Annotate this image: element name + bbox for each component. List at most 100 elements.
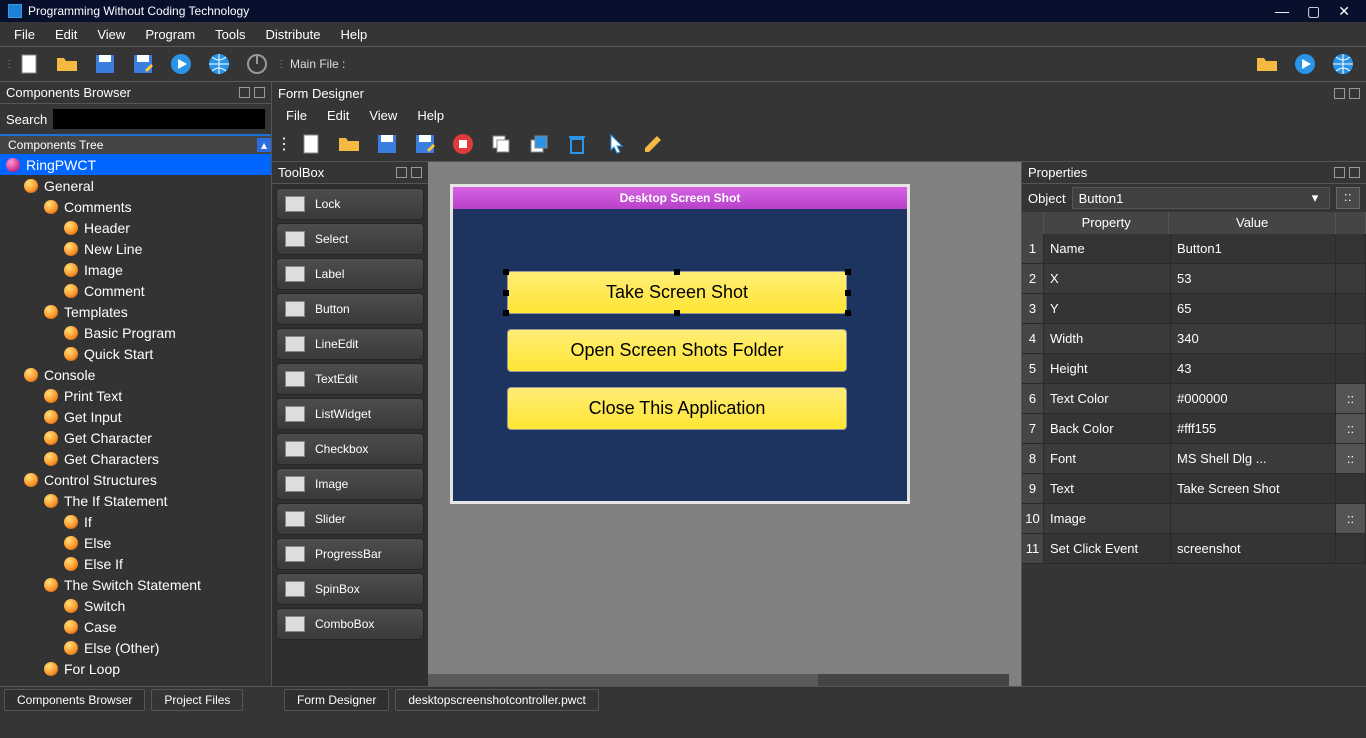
to-back-icon[interactable] bbox=[522, 129, 556, 159]
tool-select[interactable]: Select bbox=[276, 223, 424, 255]
close-panel-icon[interactable] bbox=[411, 167, 422, 178]
property-value[interactable]: 43 bbox=[1171, 354, 1336, 383]
components-tree[interactable]: RingPWCTGeneralCommentsHeaderNew LineIma… bbox=[0, 154, 271, 686]
tree-item[interactable]: Else If bbox=[0, 553, 271, 574]
float-icon[interactable] bbox=[396, 167, 407, 178]
pointer-icon[interactable] bbox=[598, 129, 632, 159]
tree-item[interactable]: Switch bbox=[0, 595, 271, 616]
property-value[interactable]: 53 bbox=[1171, 264, 1336, 293]
tool-button[interactable]: Button bbox=[276, 293, 424, 325]
property-value[interactable]: Button1 bbox=[1171, 234, 1336, 263]
close-panel-icon[interactable] bbox=[1349, 167, 1360, 178]
tree-item[interactable]: Comments bbox=[0, 196, 271, 217]
tree-item[interactable]: Get Character bbox=[0, 427, 271, 448]
save-icon[interactable] bbox=[370, 129, 404, 159]
tree-item[interactable]: Header bbox=[0, 217, 271, 238]
object-menu-button[interactable]: :: bbox=[1336, 187, 1360, 209]
object-select[interactable]: Button1 ▾ bbox=[1072, 187, 1330, 209]
tool-textedit[interactable]: TextEdit bbox=[276, 363, 424, 395]
tree-item[interactable]: Else bbox=[0, 532, 271, 553]
design-canvas[interactable]: Desktop Screen Shot Take Screen ShotOpen… bbox=[428, 162, 1021, 686]
run-icon[interactable] bbox=[1288, 49, 1322, 79]
property-value[interactable]: #000000 bbox=[1171, 384, 1336, 413]
selection-handle[interactable] bbox=[845, 290, 851, 296]
close-panel-icon[interactable] bbox=[1349, 88, 1360, 99]
tree-item[interactable]: New Line bbox=[0, 238, 271, 259]
property-row[interactable]: 3Y65 bbox=[1022, 294, 1366, 324]
tree-item[interactable]: Templates bbox=[0, 301, 271, 322]
property-value[interactable]: 65 bbox=[1171, 294, 1336, 323]
bottom-tab[interactable]: Project Files bbox=[151, 689, 243, 711]
property-more-button[interactable]: :: bbox=[1336, 384, 1366, 413]
tree-item[interactable]: Basic Program bbox=[0, 322, 271, 343]
menu-help[interactable]: Help bbox=[330, 25, 377, 44]
form-button[interactable]: Open Screen Shots Folder bbox=[507, 329, 847, 372]
property-row[interactable]: 11Set Click Eventscreenshot bbox=[1022, 534, 1366, 564]
tool-progressbar[interactable]: ProgressBar bbox=[276, 538, 424, 570]
tree-item[interactable]: Print Text bbox=[0, 385, 271, 406]
property-value[interactable]: 340 bbox=[1171, 324, 1336, 353]
tool-listwidget[interactable]: ListWidget bbox=[276, 398, 424, 430]
tree-item[interactable]: RingPWCT bbox=[0, 154, 271, 175]
tree-item[interactable]: Get Input bbox=[0, 406, 271, 427]
property-more-button[interactable]: :: bbox=[1336, 414, 1366, 443]
property-row[interactable]: 1NameButton1 bbox=[1022, 234, 1366, 264]
tree-item[interactable]: General bbox=[0, 175, 271, 196]
selection-handle[interactable] bbox=[503, 269, 509, 275]
tree-item[interactable]: Else (Other) bbox=[0, 637, 271, 658]
property-row[interactable]: 6Text Color#000000:: bbox=[1022, 384, 1366, 414]
bottom-tab[interactable]: Components Browser bbox=[4, 689, 145, 711]
property-row[interactable]: 4Width340 bbox=[1022, 324, 1366, 354]
tree-item[interactable]: The If Statement bbox=[0, 490, 271, 511]
property-more-button[interactable]: :: bbox=[1336, 444, 1366, 473]
tree-item[interactable]: Control Structures bbox=[0, 469, 271, 490]
maximize-icon[interactable]: ▢ bbox=[1307, 3, 1320, 20]
tree-item[interactable]: The Switch Statement bbox=[0, 574, 271, 595]
new-file-icon[interactable] bbox=[12, 49, 46, 79]
tree-item[interactable]: Get Characters bbox=[0, 448, 271, 469]
fd-menu-help[interactable]: Help bbox=[407, 106, 454, 125]
power-icon[interactable] bbox=[240, 49, 274, 79]
property-row[interactable]: 9TextTake Screen Shot bbox=[1022, 474, 1366, 504]
property-value[interactable]: Take Screen Shot bbox=[1171, 474, 1336, 503]
fd-menu-edit[interactable]: Edit bbox=[317, 106, 359, 125]
tree-item[interactable]: Console bbox=[0, 364, 271, 385]
tool-slider[interactable]: Slider bbox=[276, 503, 424, 535]
stop-icon[interactable] bbox=[446, 129, 480, 159]
tool-checkbox[interactable]: Checkbox bbox=[276, 433, 424, 465]
property-value[interactable]: screenshot bbox=[1171, 534, 1336, 563]
selection-handle[interactable] bbox=[845, 269, 851, 275]
open-folder-icon[interactable] bbox=[1250, 49, 1284, 79]
property-more-button[interactable]: :: bbox=[1336, 504, 1366, 533]
horizontal-scrollbar[interactable] bbox=[428, 674, 1009, 686]
open-folder-icon[interactable] bbox=[50, 49, 84, 79]
tool-image[interactable]: Image bbox=[276, 468, 424, 500]
menu-distribute[interactable]: Distribute bbox=[256, 25, 331, 44]
fd-menu-file[interactable]: File bbox=[276, 106, 317, 125]
tree-item[interactable]: Quick Start bbox=[0, 343, 271, 364]
selection-handle[interactable] bbox=[674, 269, 680, 275]
property-row[interactable]: 8FontMS Shell Dlg ...:: bbox=[1022, 444, 1366, 474]
save-as-icon[interactable] bbox=[126, 49, 160, 79]
selection-handle[interactable] bbox=[503, 290, 509, 296]
float-icon[interactable] bbox=[239, 87, 250, 98]
tree-item[interactable]: If bbox=[0, 511, 271, 532]
run-icon[interactable] bbox=[164, 49, 198, 79]
web-icon[interactable] bbox=[1326, 49, 1360, 79]
property-row[interactable]: 7Back Color#fff155:: bbox=[1022, 414, 1366, 444]
new-file-icon[interactable] bbox=[294, 129, 328, 159]
menu-program[interactable]: Program bbox=[135, 25, 205, 44]
menu-edit[interactable]: Edit bbox=[45, 25, 87, 44]
edit-icon[interactable] bbox=[636, 129, 670, 159]
minimize-icon[interactable]: — bbox=[1275, 3, 1289, 20]
tool-spinbox[interactable]: SpinBox bbox=[276, 573, 424, 605]
property-row[interactable]: 2X53 bbox=[1022, 264, 1366, 294]
save-icon[interactable] bbox=[88, 49, 122, 79]
float-icon[interactable] bbox=[1334, 88, 1345, 99]
tree-item[interactable]: Comment bbox=[0, 280, 271, 301]
property-value[interactable]: MS Shell Dlg ... bbox=[1171, 444, 1336, 473]
tree-item[interactable]: Image bbox=[0, 259, 271, 280]
search-input[interactable] bbox=[53, 109, 265, 129]
tool-label[interactable]: Label bbox=[276, 258, 424, 290]
close-panel-icon[interactable] bbox=[254, 87, 265, 98]
